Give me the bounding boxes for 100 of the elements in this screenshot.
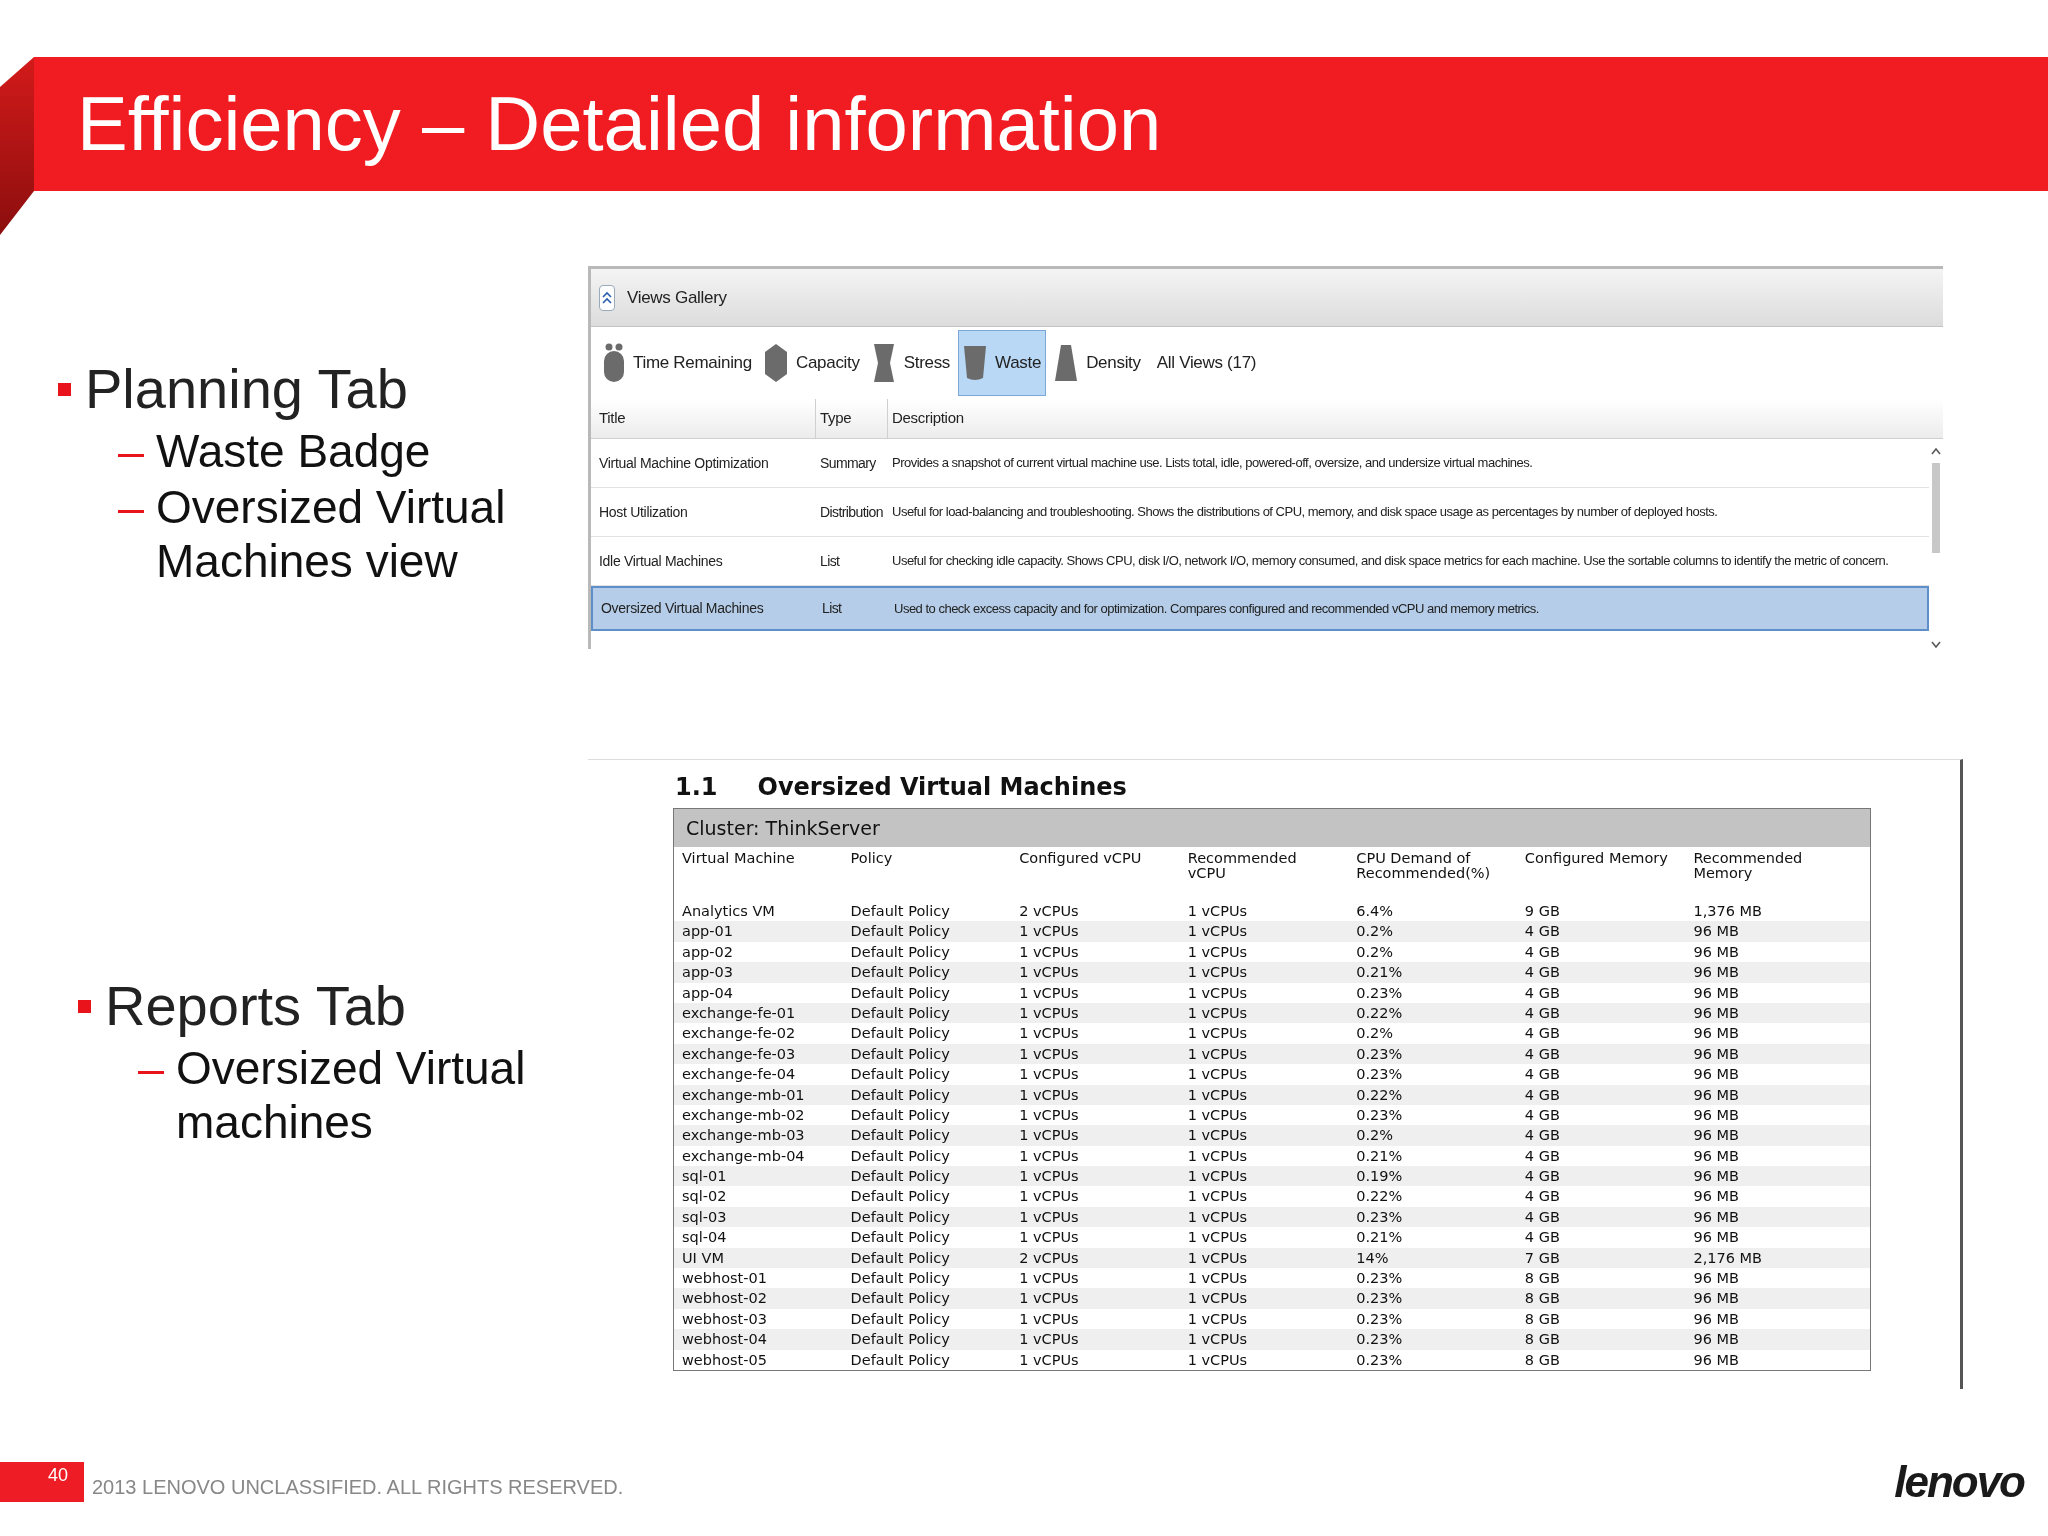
table-cell-text: Default Policy [850,983,951,1003]
view-badge[interactable]: Time Remaining [599,330,756,396]
table-cell-text: 1 vCPUs [1019,1289,1080,1309]
table-cell-text: exchange-fe-04 [682,1065,797,1085]
scroll-down-icon[interactable] [1931,641,1941,649]
table-cell-text: 4 GB [1524,1167,1561,1187]
table-cell-text: 96 MB [1693,983,1740,1003]
table-cell-text: exchange-mb-04 [682,1146,806,1166]
table-cell-text: 96 MB [1693,1065,1740,1085]
table-cell-text: 0.22% [1356,1187,1404,1207]
table-cell-text: 0.23% [1356,1065,1404,1085]
table-cell-text: 96 MB [1693,1044,1740,1064]
table-cell-text: 1 vCPUs [1019,1044,1080,1064]
table-cell-text: 4 GB [1524,1146,1561,1166]
column-header: Recommended Memory [1693,851,1804,881]
table-cell-text: 1 vCPUs [1187,1105,1249,1125]
table-cell-text: 96 MB [1693,963,1740,983]
trapezoid-icon [1054,344,1079,382]
table-cell-text: 1 vCPUs [1019,1350,1080,1370]
table-cell-text: 1 vCPUs [1187,942,1249,962]
column-header: Virtual Machine [682,851,796,866]
view-row[interactable]: Oversized Virtual Machines List Used to check excess capacity and for optimization. Compares configured and recommended vCPU and memory metrics. [591,586,1929,631]
table-cell-text: Default Policy [850,1167,951,1187]
table-cell-text: 1 vCPUs [1187,1126,1249,1146]
hexagon-icon [763,343,788,383]
table-cell-text: 6.4% [1356,902,1395,921]
table-cell-text: 0.23% [1356,1044,1404,1064]
table-cell-text: 0.2% [1356,1024,1395,1044]
table-cell-text: 96 MB [1693,1126,1740,1146]
table-cell-text: 1 vCPUs [1187,1146,1249,1166]
table-cell-text: 1 vCPUs [1019,1187,1080,1207]
bin-icon [963,344,988,382]
table-cell-text: 0.2% [1356,922,1395,942]
table-cell-text: 0.2% [1356,942,1395,962]
column-header[interactable]: Title [591,399,816,438]
dash-icon [118,510,144,513]
table-cell-text: 4 GB [1524,942,1561,962]
table-cell-text: webhost-03 [682,1309,768,1329]
table-cell-text: 1 vCPUs [1187,1085,1249,1105]
table-cell-text: 8 GB [1524,1269,1561,1289]
view-badge[interactable]: Capacity [759,330,864,396]
sub-bullet-text: Oversized Virtual Machines view [156,480,507,588]
table-cell-text: UI VM [682,1248,725,1268]
dash-icon [118,454,144,457]
table-cell-text: 1 vCPUs [1187,963,1249,983]
table-cell-text: 8 GB [1524,1350,1561,1370]
table-cell-text: 8 GB [1524,1289,1561,1309]
table-cell-text: Default Policy [850,1228,951,1248]
table-cell-text: Default Policy [850,902,951,921]
table-cell-text: app-02 [682,942,734,962]
view-row[interactable]: Virtual Machine Optimization Summary Provides a snapshot of current virtual machine use. Lists total, idle, powered-off, oversize, and undersize virtual machines. [591,439,1929,488]
scroll-up-icon[interactable] [1931,447,1941,455]
table-cell-text: 0.23% [1356,1269,1404,1289]
column-header: Recommended vCPU [1187,851,1298,881]
table-cell-text: exchange-fe-02 [682,1024,797,1044]
column-header: CPU Demand of Recommended(%) [1356,851,1492,881]
table-cell-text: 4 GB [1524,922,1561,942]
view-badge[interactable]: Density [1050,330,1145,396]
table-cell-text: 96 MB [1693,1350,1740,1370]
table-cell-text: 0.23% [1356,1350,1404,1370]
gallery-title: Views Gallery [627,286,727,309]
sub-bullet-text: Waste Badge [156,424,432,478]
table-cell-text: 96 MB [1693,942,1740,962]
table-cell-text: webhost-04 [682,1330,768,1350]
table-cell-text: 1 vCPUs [1019,1269,1080,1289]
table-cell-text: Default Policy [850,1248,951,1268]
table-cell-text: Default Policy [850,1126,951,1146]
bullet-text: Reports Tab [105,973,406,1039]
view-row[interactable]: Host Utilization Distribution Useful for load-balancing and troubleshooting. Shows the distributions of CPU, memory, and disk space usage as percentages by number of deployed hosts. [591,488,1929,537]
table-cell-text: 4 GB [1524,1065,1561,1085]
table-cell-text: 1 vCPUs [1187,1207,1249,1227]
table-cell-text: 1 vCPUs [1019,1105,1080,1125]
table-cell-text: Default Policy [850,1105,951,1125]
table-cell-text: Default Policy [850,1330,951,1350]
table-cell-text: 0.21% [1356,1146,1404,1166]
scroll-thumb[interactable] [1932,463,1940,553]
table-cell-text: 14% [1356,1248,1390,1268]
table-cell-text: 96 MB [1693,1289,1740,1309]
table-cell-text: 1 vCPUs [1019,922,1080,942]
view-badge[interactable]: Stress [867,330,955,396]
table-cell-text: Default Policy [850,1309,951,1329]
collapse-icon[interactable] [599,284,615,311]
column-header[interactable]: Type [816,399,888,438]
table-cell-text: 4 GB [1524,1003,1561,1023]
page-number: 40 [47,1464,68,1487]
column-header[interactable]: Description [888,399,1943,438]
sub-bullet-text: Oversized Virtual machines [176,1041,527,1149]
table-cell-text: 7 GB [1524,1248,1561,1268]
table-cell-text: 1 vCPUs [1187,1350,1249,1370]
table-cell-text: 8 GB [1524,1309,1561,1329]
table-cell-text: 0.2% [1356,1126,1395,1146]
bullet-text: Planning Tab [85,356,408,422]
all-views-link[interactable]: All Views (17) [1156,350,1257,376]
section-title: Oversized Virtual Machines [757,772,1127,803]
table-cell-text: 96 MB [1693,1105,1740,1125]
table-cell-text: exchange-mb-02 [682,1105,806,1125]
view-badge[interactable]: Waste [958,330,1047,396]
table-cell-text: exchange-fe-03 [682,1044,797,1064]
table-cell-text: 1 vCPUs [1187,1248,1249,1268]
table-cell-text: 1 vCPUs [1019,1167,1080,1187]
